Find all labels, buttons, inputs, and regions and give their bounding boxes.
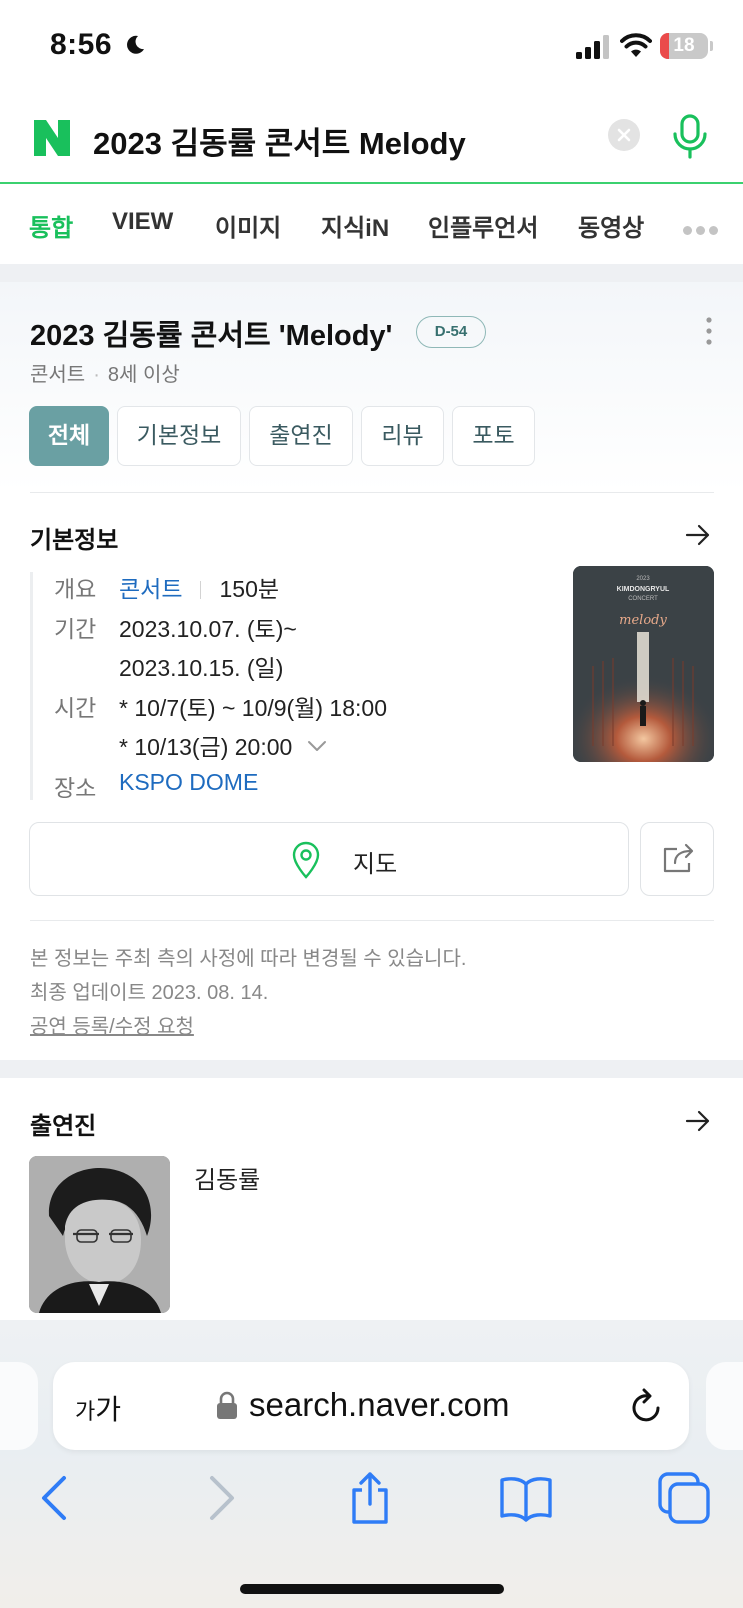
tab-knowledge-in[interactable]: 지식iN [321,208,389,243]
overview-label: 개요 [54,576,97,602]
dday-badge: D-54 [416,316,486,348]
performer-photo[interactable] [29,1156,170,1313]
next-tab-preview[interactable] [706,1362,743,1450]
period-label: 기간 [54,616,97,642]
filter-all[interactable]: 전체 [29,406,109,466]
performers-title[interactable]: 출연진 [30,1106,96,1141]
lock-icon [217,1391,237,1419]
battery-indicator: 18 [660,33,708,59]
share-icon [663,843,694,873]
arrow-right-icon[interactable] [685,524,711,546]
section-gap [0,1060,743,1078]
reload-icon[interactable] [627,1386,665,1426]
separator-dot: · [93,364,100,386]
share-button[interactable] [640,822,714,896]
divider [30,920,714,921]
time-label: 시간 [54,695,97,721]
performer-portrait [29,1156,170,1313]
period-start: 2023.10.07. (토)~ [119,616,297,642]
tab-video[interactable]: 동영상 [578,208,644,243]
time-line-1: * 10/7(토) ~ 10/9(월) 18:00 [119,695,387,721]
concert-poster[interactable]: 2023 KIMDONGRYUL CONCERT melody [573,566,714,762]
bookmarks-icon[interactable] [498,1470,554,1526]
map-button[interactable]: 지도 [29,822,629,896]
notice-text: 본 정보는 주최 측의 사정에 따라 변경될 수 있습니다. [30,948,467,970]
page-settings-button[interactable]: 가가 [75,1388,121,1428]
tab-images[interactable]: 이미지 [215,208,281,243]
filter-basic-info[interactable]: 기본정보 [117,406,241,466]
section-gap [0,264,743,282]
forward-icon[interactable] [190,1470,246,1526]
tab-view[interactable]: VIEW [112,208,173,236]
tab-influencer[interactable]: 인플루언서 [428,208,538,243]
poster-artist: KIMDONGRYUL [617,586,670,593]
filter-reviews[interactable]: 리뷰 [361,406,444,466]
more-tabs-icon[interactable] [683,222,727,235]
moon-icon [127,35,144,54]
venue-link[interactable]: KSPO DOME [119,769,258,796]
time-line-2[interactable]: * 10/13(금) 20:00 [119,728,327,762]
naver-logo[interactable] [32,118,72,158]
signal-icon [576,35,609,59]
status-bar: 8:56 18 [0,0,743,90]
poster-subtitle: CONCERT [628,596,658,602]
divider [30,492,714,493]
info-left-rule [30,572,33,800]
genre-link[interactable]: 콘서트 [119,576,182,602]
arrow-right-icon[interactable] [685,1110,711,1132]
search-tabs: 통합 VIEW 이미지 지식iN 인플루언서 동영상 [0,186,743,264]
search-input[interactable]: 2023 김동률 콘서트 Melody [93,118,466,163]
address-bar[interactable]: 가가 search.naver.com [53,1362,689,1450]
url-text[interactable]: search.naver.com [249,1386,509,1424]
concert-subtitle: 콘서트 · 8세 이상 [30,358,180,387]
battery-cap [710,41,713,51]
aa-small: 가 [75,1399,96,1424]
mic-icon[interactable] [670,112,710,160]
concert-title[interactable]: 2023 김동률 콘서트 'Melody' [30,312,392,354]
filter-photos[interactable]: 포토 [452,406,535,466]
safari-toolbar: 가가 search.naver.com [0,1320,743,1608]
updated-text: 최종 업데이트 2023. 08. 14. [30,982,269,1004]
status-time: 8:56 [50,28,113,61]
performer-name[interactable]: 김동률 [194,1160,260,1195]
more-icon[interactable] [704,316,714,346]
tabs-icon[interactable] [656,1470,712,1526]
share-sheet-icon[interactable] [342,1470,398,1526]
clear-button[interactable] [608,119,640,151]
poster-image: 2023 KIMDONGRYUL CONCERT melody [573,566,714,762]
duration: 150분 [219,576,280,602]
overview-value: 콘서트 150분 [119,570,279,604]
map-label: 지도 [353,851,398,878]
venue-label: 장소 [54,775,97,801]
poster-year: 2023 [636,576,650,582]
separator [200,581,202,599]
back-icon[interactable] [30,1470,86,1526]
aa-large: 가 [95,1394,122,1425]
search-bar: 2023 김동률 콘서트 Melody [0,96,743,184]
battery-level: 18 [673,35,695,56]
concert-age: 8세 이상 [107,364,180,386]
edit-request-link[interactable]: 공연 등록/수정 요청 [30,1010,194,1039]
wifi-icon [620,33,652,57]
poster-title: melody [619,613,667,628]
filter-cast[interactable]: 출연진 [249,406,353,466]
time-line-2-text: * 10/13(금) 20:00 [119,734,293,760]
previous-tab-preview[interactable] [0,1362,38,1450]
basic-info-title[interactable]: 기본정보 [30,520,118,555]
performers-section: 출연진 김동률 [0,1078,743,1318]
home-indicator [240,1584,504,1594]
concert-card: 2023 김동률 콘서트 'Melody' D-54 콘서트 · 8세 이상 전체 … [0,282,743,1060]
period-end: 2023.10.15. (일) [119,655,284,681]
tab-integrated[interactable]: 통합 [29,208,73,243]
map-pin-icon [292,841,320,879]
concert-genre: 콘서트 [30,364,86,386]
chevron-down-icon[interactable] [307,740,327,752]
clear-icon [617,128,631,142]
